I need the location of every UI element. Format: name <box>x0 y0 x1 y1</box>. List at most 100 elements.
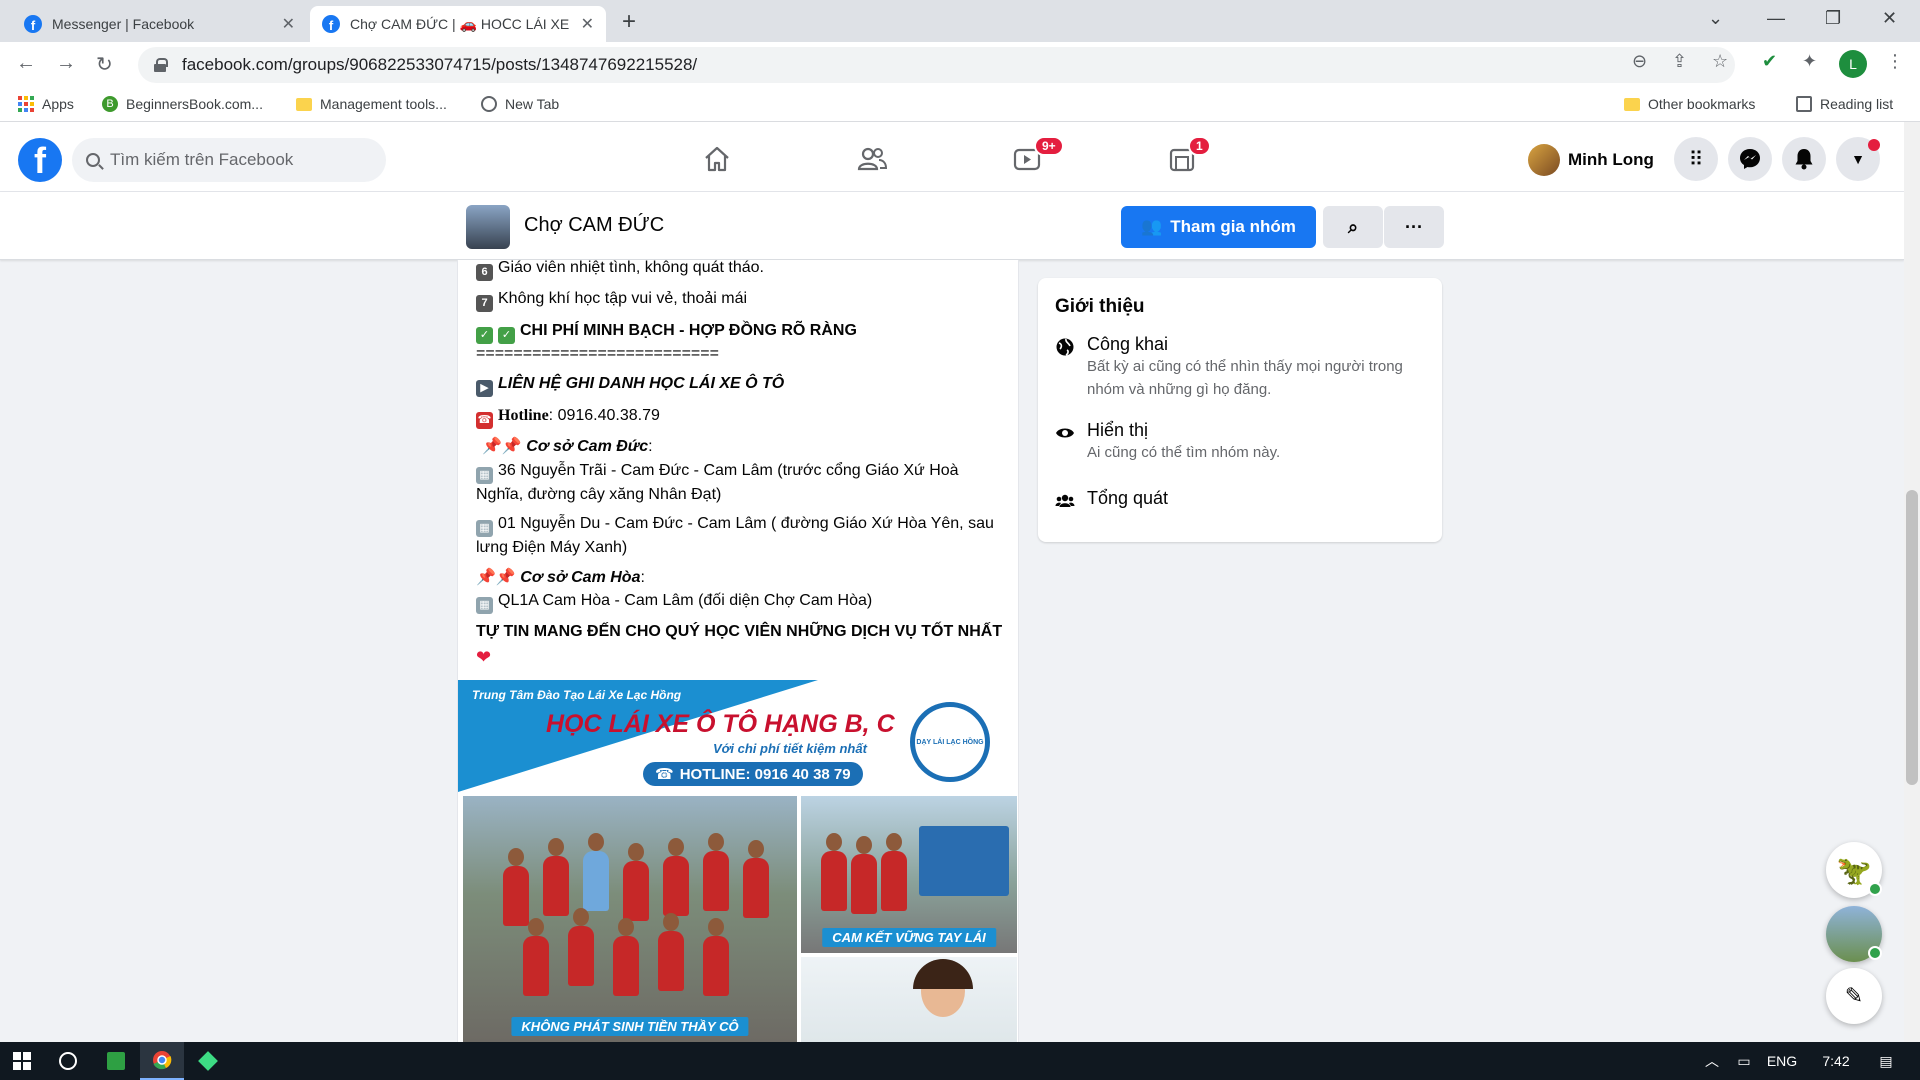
browser-toolbar: ← → ↻ facebook.com/groups/90682253307471… <box>0 42 1920 88</box>
bookmark-label: BeginnersBook.com... <box>126 96 263 112</box>
close-tab-icon[interactable]: ✕ <box>282 14 295 34</box>
notifications-button[interactable] <box>1782 137 1826 181</box>
check-mark-icon: ✓ <box>498 327 515 344</box>
battery-status[interactable]: ▭ <box>1730 1042 1758 1080</box>
person-figure <box>503 848 529 926</box>
chat-head-2[interactable] <box>1826 906 1882 962</box>
group-cover-thumbnail[interactable] <box>466 205 510 249</box>
restore-button[interactable]: ❐ <box>1825 8 1841 29</box>
bookmark-apps[interactable]: Apps <box>18 96 74 112</box>
intro-general-row: Tổng quát <box>1055 488 1168 511</box>
taskbar-app-green[interactable] <box>96 1042 136 1080</box>
close-window-button[interactable]: ✕ <box>1882 8 1897 29</box>
facebook-header: f Tìm kiếm trên Facebook 9+ 1 Minh Long … <box>0 122 1904 192</box>
search-icon: ⌕ <box>1347 216 1359 237</box>
minimize-button[interactable]: — <box>1767 8 1785 29</box>
group-name[interactable]: Chợ CAM ĐỨC <box>524 214 664 237</box>
tab-search-chevron-icon[interactable]: ⌄ <box>1708 8 1723 29</box>
bookmark-star-icon[interactable]: ☆ <box>1712 51 1728 72</box>
reading-list-button[interactable]: Reading list <box>1796 96 1893 112</box>
url-text[interactable]: facebook.com/groups/906822533074715/post… <box>182 55 697 75</box>
zoom-icon[interactable]: ⊖ <box>1632 51 1647 72</box>
back-button[interactable]: ← <box>16 52 36 75</box>
battery-icon: ▭ <box>1737 1052 1751 1069</box>
person-figure <box>623 843 649 921</box>
scrollbar-thumb[interactable] <box>1906 490 1918 785</box>
bookmark-beginnersbook[interactable]: B BeginnersBook.com... <box>102 96 263 112</box>
search-button[interactable] <box>48 1042 88 1080</box>
post-text: 36 Nguyễn Trãi - Cam Đức - Cam Lâm (trướ… <box>476 462 959 503</box>
intro-visible-row: Hiển thị Ai cũng có thể tìm nhóm này. <box>1055 420 1417 464</box>
banner-caption-right: CAM KẾT VỮNG TAY LÁI <box>822 928 996 947</box>
post-text: Hotline <box>498 407 549 424</box>
tab-cho-cam-duc[interactable]: f Chợ CAM ĐỨC | 🚗 HOⅭC LÁI XE ✕ <box>310 6 606 42</box>
chrome-menu-icon[interactable]: ⋮ <box>1886 51 1904 72</box>
messenger-button[interactable] <box>1728 137 1772 181</box>
post-line: 7 Không khí học tập vui vẻ, thoải mái <box>476 288 1006 312</box>
play-button-icon: ▶ <box>476 380 493 397</box>
bookmark-label: Other bookmarks <box>1648 96 1756 112</box>
post-text: Cơ sở Cam Đức <box>526 438 649 455</box>
person-figure <box>613 918 639 996</box>
bookmark-other[interactable]: Other bookmarks <box>1624 96 1755 112</box>
bookmark-label: Management tools... <box>320 96 447 112</box>
new-tab-button[interactable]: + <box>622 8 636 36</box>
post-divider-text: ========================== <box>476 345 719 362</box>
start-button[interactable] <box>0 1042 44 1080</box>
extension-icon[interactable]: ✔ <box>1762 51 1777 72</box>
close-tab-icon[interactable]: ✕ <box>581 14 594 34</box>
language-indicator[interactable]: ENG <box>1762 1042 1802 1080</box>
cortana-icon <box>59 1052 77 1070</box>
reading-list-label: Reading list <box>1820 96 1894 112</box>
profile-link[interactable]: Minh Long <box>1528 142 1654 178</box>
notification-center[interactable]: ▤ <box>1866 1042 1906 1080</box>
logo-text: DẠY LÁI LẠC HỒNG <box>916 738 984 746</box>
driving-school-logo: DẠY LÁI LẠC HỒNG <box>910 702 990 782</box>
clock[interactable]: 7:42 <box>1812 1042 1860 1080</box>
banner-hotline: ☎ HOTLINE: 0916 40 38 79 <box>643 762 863 786</box>
globe-icon <box>1056 338 1074 356</box>
group-search-button[interactable]: ⌕ <box>1323 206 1383 248</box>
post-text: : 0916.40.38.79 <box>548 407 660 424</box>
app-icon <box>107 1052 125 1070</box>
bookmark-management-tools[interactable]: Management tools... <box>296 96 447 112</box>
chat-head-1[interactable]: 🦖 <box>1826 842 1882 898</box>
user-name: Minh Long <box>1568 150 1654 169</box>
group-more-button[interactable]: ··· <box>1384 206 1444 248</box>
telephone-icon: ☎ <box>476 412 493 429</box>
lock-icon[interactable] <box>154 58 168 72</box>
home-icon[interactable] <box>702 144 732 174</box>
online-status-dot <box>1868 946 1882 960</box>
post-image[interactable]: Trung Tâm Đào Tạo Lái Xe Lạc Hồng HỌC LÁ… <box>458 680 1018 1042</box>
menu-button[interactable]: ⠿ <box>1674 137 1718 181</box>
person-figure <box>543 838 569 916</box>
reload-button[interactable]: ↻ <box>96 52 113 77</box>
friends-icon[interactable] <box>857 144 887 174</box>
folder-icon <box>296 97 312 111</box>
post-line: ▦ 36 Nguyễn Trãi - Cam Đức - Cam Lâm (trư… <box>476 460 1006 506</box>
bookmark-label: Apps <box>42 96 74 112</box>
groups-badge: 1 <box>1188 136 1211 156</box>
new-message-button[interactable]: ✎ <box>1826 968 1882 1024</box>
facebook-search-input[interactable]: Tìm kiếm trên Facebook <box>72 138 386 182</box>
post-line: 📌📌 Cơ sở Cam Hòa: <box>476 569 645 586</box>
search-placeholder: Tìm kiếm trên Facebook <box>110 150 294 169</box>
intro-visible-title: Hiển thị <box>1087 420 1149 440</box>
messenger-icon <box>1740 149 1760 169</box>
forward-button[interactable]: → <box>56 52 76 75</box>
taskbar-chrome[interactable] <box>140 1042 184 1080</box>
person-figure <box>703 918 729 996</box>
person-figure <box>658 913 684 991</box>
tab-messenger[interactable]: f Messenger | Facebook ✕ <box>12 6 307 42</box>
facebook-logo-icon[interactable]: f <box>18 138 62 182</box>
profile-avatar[interactable]: L <box>1839 50 1867 78</box>
share-icon[interactable]: ⇪ <box>1672 51 1687 72</box>
check-mark-icon: ✓ <box>476 327 493 344</box>
extensions-puzzle-icon[interactable]: ✦ <box>1802 51 1817 72</box>
taskbar-app-diamond[interactable] <box>188 1042 228 1080</box>
person-figure <box>851 836 877 914</box>
tray-overflow[interactable]: ︿ <box>1700 1042 1724 1080</box>
join-group-button[interactable]: 👥 Tham gia nhóm <box>1121 206 1316 248</box>
address-bar[interactable]: facebook.com/groups/906822533074715/post… <box>138 47 1735 83</box>
bookmark-new-tab[interactable]: New Tab <box>481 96 559 112</box>
